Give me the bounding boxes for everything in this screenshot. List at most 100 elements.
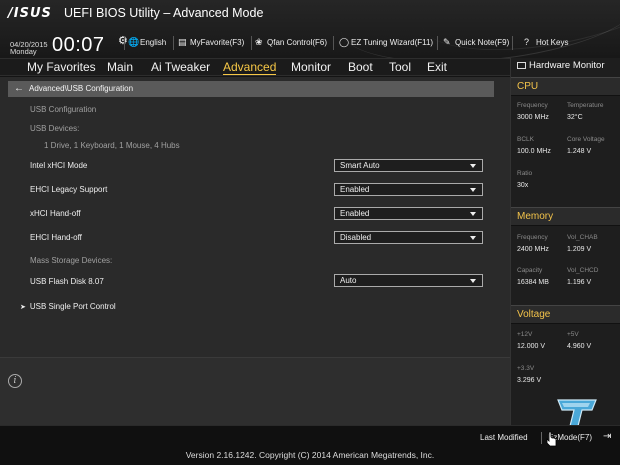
- breadcrumb[interactable]: ← Advanced\USB Configuration: [8, 81, 494, 97]
- toolbar-separator: [173, 36, 174, 50]
- setting-label-xhci-hand-off: xHCI Hand-off: [30, 209, 81, 218]
- asus-logo: /ISUS: [8, 6, 52, 21]
- help-info-bar: i: [0, 357, 510, 425]
- ehci-hand-off-value: Disabled: [340, 233, 372, 242]
- xhci-hand-off-select[interactable]: Enabled: [334, 207, 483, 220]
- memory-vol-chab-value: 1.209 V: [567, 246, 592, 253]
- app-title: UEFI BIOS Utility – Advanced Mode: [64, 6, 264, 20]
- section-title: USB Configuration: [30, 105, 97, 114]
- usb-flash-disk-select[interactable]: Auto: [334, 274, 483, 287]
- cpu-ratio-value: 30x: [517, 182, 529, 189]
- menu-my-favorites[interactable]: My Favorites: [27, 60, 96, 74]
- memory-vol-chcd-value: 1.196 V: [567, 279, 592, 286]
- cpu-frequency-label: Frequency: [517, 102, 548, 109]
- setting-label-intel-xhci-mode: Intel xHCI Mode: [30, 161, 88, 170]
- cpu-section-header: CPU: [511, 77, 620, 96]
- voltage-5v-value: 4.960 V: [567, 343, 592, 350]
- memory-frequency-value: 2400 MHz: [517, 246, 549, 253]
- hot-keys-label: Hot Keys: [536, 38, 569, 47]
- myfavorite-button[interactable]: ▤ MyFavorite(F3): [178, 38, 245, 48]
- ez-tuning-wizard-button[interactable]: ◯ EZ Tuning Wizard(F11): [339, 37, 434, 48]
- mouse-pointer-icon: [546, 431, 557, 447]
- chevron-down-icon: [470, 236, 476, 240]
- ehci-hand-off-select[interactable]: Disabled: [334, 231, 483, 244]
- info-icon: i: [8, 374, 22, 388]
- cpu-frequency-value: 3000 MHz: [517, 114, 549, 121]
- xhci-hand-off-value: Enabled: [340, 209, 370, 218]
- usb-single-port-control-submenu[interactable]: ➤ USB Single Port Control: [20, 302, 116, 311]
- setting-label-ehci-hand-off: EHCI Hand-off: [30, 233, 82, 242]
- cpu-core-voltage-label: Core Voltage: [567, 136, 605, 143]
- cpu-bclk-value: 100.0 MHz: [517, 148, 551, 155]
- day-display: Monday: [10, 47, 37, 56]
- voltage-section-header: Voltage: [511, 305, 620, 324]
- ez-tuning-label: EZ Tuning Wizard(F11): [351, 38, 434, 47]
- chevron-down-icon: [470, 212, 476, 216]
- voltage-5v-label: +5V: [567, 331, 579, 338]
- language-label: English: [140, 38, 167, 47]
- memory-section-title: Memory: [517, 211, 554, 222]
- voltage-3v3-label: +3.3V: [517, 365, 535, 372]
- hardware-monitor-panel: Hardware Monitor CPU Frequency Temperatu…: [510, 58, 620, 425]
- intel-xhci-mode-value: Smart Auto: [340, 161, 380, 170]
- setting-label-ehci-legacy-support: EHCI Legacy Support: [30, 185, 108, 194]
- last-modified-button[interactable]: Last Modified: [480, 433, 528, 442]
- cpu-temperature-label: Temperature: [567, 102, 604, 109]
- cpu-core-voltage-value: 1.248 V: [567, 148, 592, 155]
- cpu-bclk-label: BCLK: [517, 136, 534, 143]
- voltage-section-title: Voltage: [517, 309, 551, 320]
- hardware-monitor-title: Hardware Monitor: [517, 60, 605, 71]
- memory-capacity-value: 16384 MB: [517, 279, 549, 286]
- toolbar-separator: [251, 36, 252, 50]
- header-bar: /ISUS UEFI BIOS Utility – Advanced Mode …: [0, 0, 620, 76]
- chevron-down-icon: [470, 188, 476, 192]
- mass-storage-label: Mass Storage Devices:: [30, 256, 113, 265]
- memory-capacity-label: Capacity: [517, 267, 543, 274]
- voltage-3v3-value: 3.296 V: [517, 377, 542, 384]
- help-icon: ?: [524, 37, 530, 47]
- menu-ai-tweaker[interactable]: Ai Tweaker: [151, 60, 210, 74]
- menu-main[interactable]: Main: [107, 60, 133, 74]
- toolbar-separator: [437, 36, 438, 50]
- usb-flash-disk-value: Auto: [340, 276, 357, 285]
- breadcrumb-path: Advanced\USB Configuration: [29, 84, 134, 93]
- ehci-legacy-support-select[interactable]: Enabled: [334, 183, 483, 196]
- toolbar-separator: [512, 36, 513, 50]
- menu-advanced[interactable]: Advanced: [223, 60, 277, 75]
- voltage-12v-label: +12V: [517, 331, 533, 338]
- hot-keys-button[interactable]: ? Hot Keys: [524, 37, 569, 48]
- toolbar-separator: [333, 36, 334, 50]
- memory-vol-chcd-label: Vol_CHCD: [567, 267, 599, 274]
- memory-frequency-label: Frequency: [517, 234, 548, 241]
- settings-panel: ← Advanced\USB Configuration USB Configu…: [0, 77, 510, 357]
- back-arrow-icon[interactable]: ←: [14, 81, 24, 97]
- monitor-icon: [517, 62, 526, 69]
- memory-vol-chab-label: Vol_CHAB: [567, 234, 598, 241]
- myfavorite-label: MyFavorite(F3): [190, 38, 245, 47]
- menu-monitor[interactable]: Monitor: [291, 60, 331, 74]
- submenu-arrow-icon: ➤: [20, 303, 26, 311]
- clock-settings-gear-icon[interactable]: ⚙: [118, 34, 128, 47]
- lightbulb-icon: ◯: [339, 37, 350, 47]
- menu-exit[interactable]: Exit: [427, 60, 447, 74]
- intel-xhci-mode-select[interactable]: Smart Auto: [334, 159, 483, 172]
- cpu-section-title: CPU: [517, 81, 539, 92]
- submenu-label: USB Single Port Control: [29, 302, 116, 311]
- quick-note-button[interactable]: ✎ Quick Note(F9): [443, 37, 510, 48]
- exit-to-ez-mode-icon[interactable]: ⇥: [603, 431, 611, 442]
- language-button[interactable]: 🌐 English: [128, 37, 167, 48]
- ehci-legacy-support-value: Enabled: [340, 185, 370, 194]
- cpu-temperature-value: 32°C: [567, 114, 583, 121]
- qfan-label: Qfan Control(F6): [267, 38, 328, 47]
- menu-tool[interactable]: Tool: [389, 60, 411, 74]
- note-icon: ✎: [443, 37, 451, 47]
- clock-display[interactable]: 00:07: [52, 34, 105, 57]
- qfan-control-button[interactable]: ❀ Qfan Control(F6): [255, 38, 328, 48]
- menu-boot[interactable]: Boot: [348, 60, 373, 74]
- footer-bar: Last Modified EzMode(F7) ⇥ Version 2.16.…: [0, 425, 620, 465]
- chevron-down-icon: [470, 164, 476, 168]
- globe-icon: 🌐: [128, 37, 140, 47]
- voltage-12v-value: 12.000 V: [517, 343, 546, 350]
- quick-note-label: Quick Note(F9): [455, 38, 510, 47]
- footer-separator: [541, 432, 542, 444]
